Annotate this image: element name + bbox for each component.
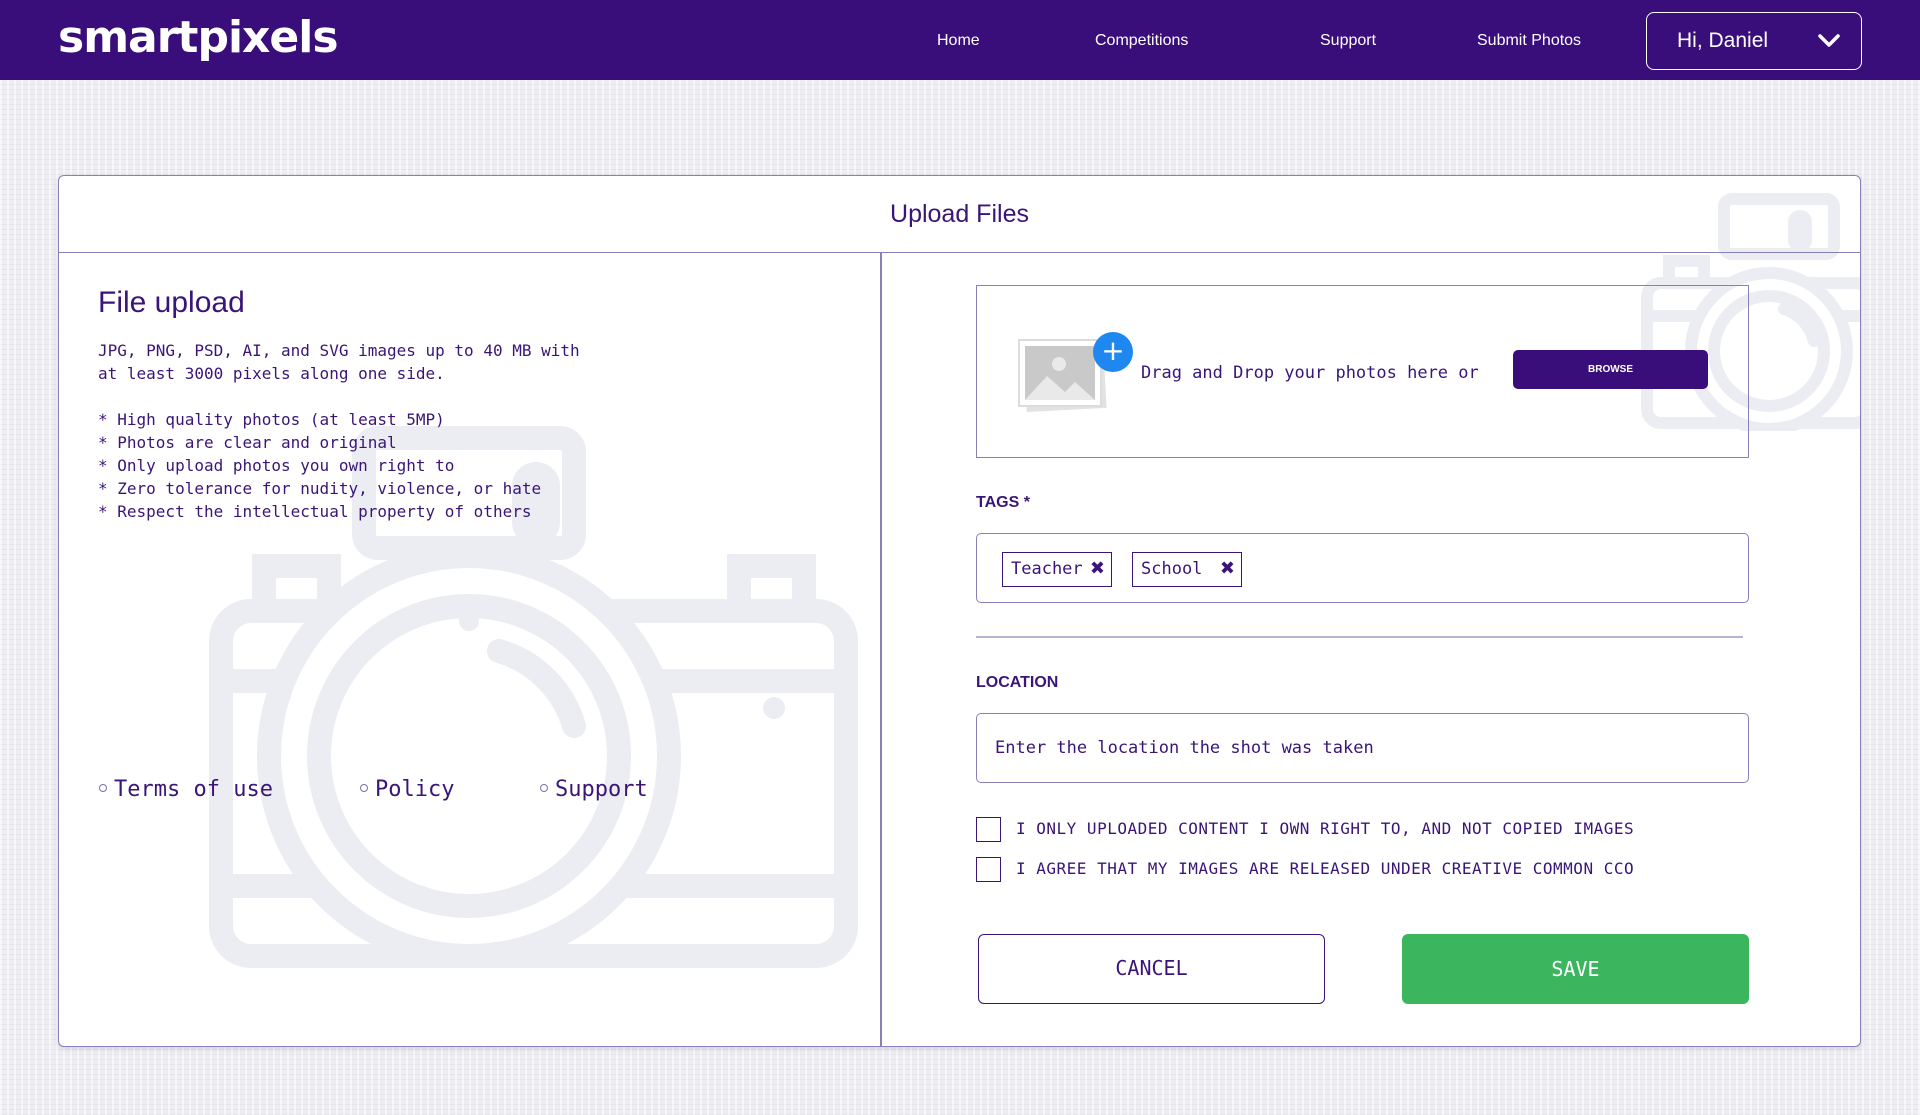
location-label: LOCATION: [976, 674, 1059, 691]
description-line: at least 3000 pixels along one side.: [98, 364, 445, 383]
nav-submit-photos[interactable]: Submit Photos: [1477, 32, 1581, 50]
add-photo-icon[interactable]: +: [1093, 332, 1133, 372]
tag-label: Teacher: [1011, 559, 1083, 579]
logo[interactable]: smartpixels: [58, 12, 339, 63]
upload-description: JPG, PNG, PSD, AI, and SVG images up to …: [98, 339, 580, 385]
own-content-checkbox[interactable]: [976, 817, 1001, 842]
rule-item: * Respect the intellectual property of o…: [98, 502, 532, 521]
card-header: Upload Files: [59, 176, 1860, 253]
section-divider: [976, 636, 1743, 638]
nav-support[interactable]: Support: [1320, 32, 1376, 50]
remove-tag-icon[interactable]: ✖: [1090, 553, 1105, 585]
upload-card: Upload Files File upload JPG, PNG, PSD, …: [58, 175, 1861, 1047]
location-input[interactable]: [976, 713, 1749, 783]
dropzone-text: Drag and Drop your photos here or: [1141, 363, 1479, 383]
bullet-icon: [99, 784, 107, 792]
cancel-button[interactable]: CANCEL: [978, 934, 1325, 1004]
support-label: Support: [555, 777, 648, 802]
own-content-label: I ONLY UPLOADED CONTENT I OWN RIGHT TO, …: [1016, 819, 1635, 838]
nav-competitions[interactable]: Competitions: [1095, 32, 1188, 50]
policy-label: Policy: [375, 777, 455, 802]
photo-dropzone[interactable]: + Drag and Drop your photos here or BROW…: [976, 285, 1749, 458]
tags-label: TAGS *: [976, 494, 1030, 511]
vertical-divider: [880, 253, 882, 1046]
card-title: Upload Files: [890, 200, 1029, 228]
save-button[interactable]: SAVE: [1402, 934, 1749, 1004]
bullet-icon: [540, 784, 548, 792]
upload-rules-list: * High quality photos (at least 5MP) * P…: [98, 408, 541, 523]
user-greeting: Hi, Daniel: [1677, 29, 1769, 52]
terms-of-use-label: Terms of use: [114, 777, 273, 802]
rule-item: * Photos are clear and original: [98, 433, 397, 452]
tag-label: School: [1141, 559, 1203, 579]
tag-chip[interactable]: School ✖: [1132, 552, 1242, 587]
browse-button[interactable]: BROWSE: [1513, 350, 1708, 389]
bullet-icon: [360, 784, 368, 792]
support-link[interactable]: Support: [540, 777, 648, 802]
user-menu-button[interactable]: Hi, Daniel: [1646, 12, 1862, 70]
remove-tag-icon[interactable]: ✖: [1220, 553, 1235, 585]
description-line: JPG, PNG, PSD, AI, and SVG images up to …: [98, 341, 580, 360]
tag-chip[interactable]: Teacher ✖: [1002, 552, 1112, 587]
terms-of-use-link[interactable]: Terms of use: [99, 777, 273, 802]
policy-link[interactable]: Policy: [360, 777, 454, 802]
creative-common-label: I AGREE THAT MY IMAGES ARE RELEASED UNDE…: [1016, 859, 1635, 878]
top-navbar: smartpixels Home Competitions Support Su…: [0, 0, 1920, 80]
tags-input[interactable]: Teacher ✖ School ✖: [976, 533, 1749, 603]
creative-common-checkbox[interactable]: [976, 857, 1001, 882]
file-upload-title: File upload: [98, 286, 245, 319]
rule-item: * Zero tolerance for nudity, violence, o…: [98, 479, 542, 498]
nav-home[interactable]: Home: [937, 32, 980, 50]
rule-item: * High quality photos (at least 5MP): [98, 410, 445, 429]
rule-item: * Only upload photos you own right to: [98, 456, 455, 475]
chevron-down-icon: [1818, 34, 1840, 47]
